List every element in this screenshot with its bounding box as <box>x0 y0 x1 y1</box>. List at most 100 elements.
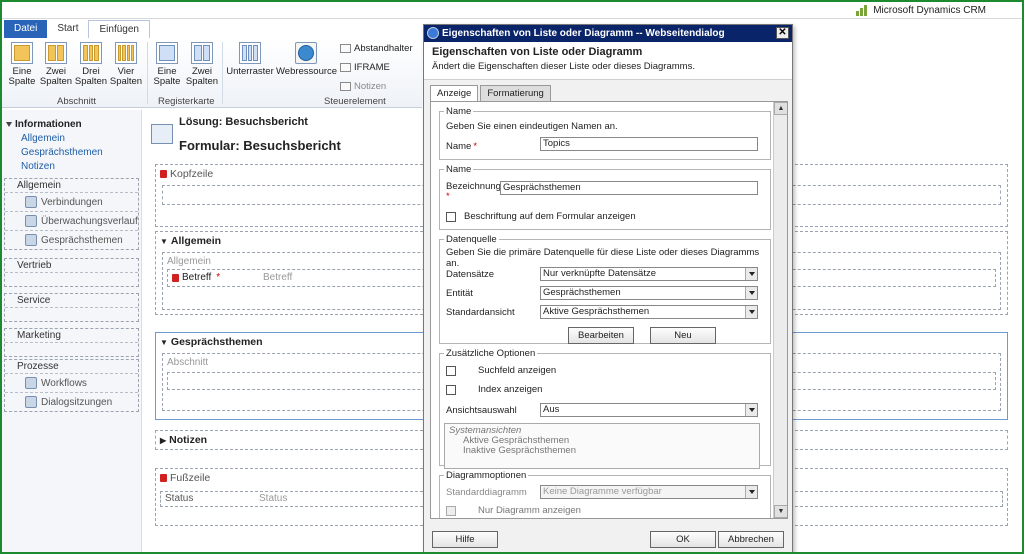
two-column-icon <box>45 42 67 64</box>
brand-name: Microsoft Dynamics CRM <box>873 4 986 16</box>
edit-button[interactable]: Bearbeiten <box>568 327 634 344</box>
iframe-icon <box>340 63 351 72</box>
only-chart-option[interactable]: Nur Diagramm anzeigen <box>446 505 581 516</box>
one-column-tab-icon <box>156 42 178 64</box>
help-button[interactable]: Hilfe <box>432 531 498 548</box>
collapse-icon <box>6 121 12 127</box>
chevron-down-icon <box>745 287 757 299</box>
tab-display[interactable]: Anzeige <box>430 85 479 102</box>
nav-group-processes[interactable]: Prozesse Workflows Dialogsitzungen <box>4 359 139 412</box>
label-group: Name Bezeichnung * Gesprächsthemen Besch… <box>439 164 771 230</box>
four-column-icon <box>115 42 137 64</box>
two-column-section-button[interactable]: Zwei Spalten <box>39 42 73 87</box>
dialog-heading: Eigenschaften von Liste oder Diagramm <box>432 46 643 58</box>
label-input[interactable]: Gesprächsthemen <box>500 181 758 195</box>
group-label-control: Steuerelement <box>324 96 386 107</box>
notes-control[interactable]: Notizen <box>340 81 386 92</box>
one-column-icon <box>11 42 33 64</box>
app-window: Microsoft Dynamics CRM Datei Start Einfü… <box>0 0 1024 554</box>
dialog-titlebar: Eigenschaften von Liste oder Diagramm --… <box>424 25 792 42</box>
chart-options-group: Diagrammoptionen Standarddiagramm Keine … <box>439 470 771 518</box>
lock-icon <box>172 273 179 282</box>
nav-item-workflows[interactable]: Workflows <box>5 373 138 392</box>
spacer-icon <box>340 44 351 53</box>
name-group: Name Geben Sie einen eindeutigen Namen a… <box>439 106 771 160</box>
nav-section-information[interactable]: Informationen <box>2 118 141 132</box>
ok-button[interactable]: OK <box>650 531 716 548</box>
brand: Microsoft Dynamics CRM <box>856 4 986 16</box>
three-column-icon <box>80 42 102 64</box>
entity-select[interactable]: Gesprächsthemen <box>540 286 758 300</box>
one-column-tab-button[interactable]: Eine Spalte <box>150 42 184 87</box>
nav-item-dialog-sessions[interactable]: Dialogsitzungen <box>5 392 138 411</box>
form-title: Formular: Besuchsbericht <box>179 138 341 153</box>
default-view-select[interactable]: Aktive Gesprächsthemen <box>540 305 758 319</box>
search-checkbox[interactable] <box>446 365 456 376</box>
form-icon <box>151 124 173 144</box>
nav-group-marketing[interactable]: Marketing <box>4 328 139 357</box>
workflows-icon <box>25 377 37 389</box>
chevron-down-icon <box>745 306 757 318</box>
connections-icon <box>25 196 37 208</box>
nav-link-general[interactable]: Allgemein <box>2 132 141 146</box>
nav-item-audit-history[interactable]: Überwachungsverlauf <box>5 211 138 230</box>
show-label-option[interactable]: Beschriftung auf dem Formular anzeigen <box>446 211 636 222</box>
name-input[interactable]: Topics <box>540 137 758 151</box>
form-navigation: Informationen Allgemein Gesprächsthemen … <box>2 110 142 552</box>
solution-title: Lösung: Besuchsbericht <box>179 116 308 128</box>
one-column-section-button[interactable]: Eine Spalte <box>5 42 39 87</box>
dialog-header: Eigenschaften von Liste oder Diagramm Än… <box>424 42 792 80</box>
options-group: Zusätzliche Optionen Suchfeld anzeigen I… <box>439 348 771 469</box>
chevron-down-icon <box>745 404 757 416</box>
dialog-sessions-icon <box>25 396 37 408</box>
nav-group-service[interactable]: Service <box>4 293 139 322</box>
nav-link-notes[interactable]: Notizen <box>2 160 141 174</box>
view-item-inactive[interactable]: Inaktive Gesprächsthemen <box>449 446 755 456</box>
notes-icon <box>340 82 351 91</box>
dialog-body: ▲ ▼ Name Geben Sie einen eindeutigen Nam… <box>430 101 788 519</box>
vertical-scrollbar[interactable]: ▲ ▼ <box>773 102 787 518</box>
show-label-checkbox[interactable] <box>446 211 456 222</box>
web-resource-icon <box>295 42 317 64</box>
tab-formatting[interactable]: Formatierung <box>480 85 551 101</box>
spacer-control[interactable]: Abstandhalter <box>340 43 413 54</box>
topics-icon <box>25 234 37 246</box>
web-resource-button[interactable]: Webressource <box>276 42 337 77</box>
two-column-tab-button[interactable]: Zwei Spalten <box>185 42 219 87</box>
index-option[interactable]: Index anzeigen <box>446 384 542 395</box>
tab-file[interactable]: Datei <box>4 20 48 38</box>
records-select[interactable]: Nur verknüpfte Datensätze <box>540 267 758 281</box>
system-views-list: Systemansichten Aktive Gesprächsthemen I… <box>444 423 760 469</box>
default-chart-select[interactable]: Keine Diagramme verfügbar <box>540 485 758 499</box>
label-label: Bezeichnung <box>446 181 501 192</box>
properties-dialog: Eigenschaften von Liste oder Diagramm --… <box>423 24 793 552</box>
audit-history-icon <box>25 215 37 227</box>
index-checkbox[interactable] <box>446 384 456 395</box>
nav-item-connections[interactable]: Verbindungen <box>5 192 138 211</box>
lock-icon <box>160 170 167 178</box>
dialog-tabs: Anzeige Formatierung <box>430 85 551 102</box>
nav-item-topics[interactable]: Gesprächsthemen <box>5 230 138 249</box>
cancel-button[interactable]: Abbrechen <box>718 531 784 548</box>
view-selector-select[interactable]: Aus <box>540 403 758 417</box>
group-label-tab: Registerkarte <box>158 96 215 107</box>
tab-insert[interactable]: Einfügen <box>88 20 150 38</box>
nav-link-topics[interactable]: Gesprächsthemen <box>2 146 141 160</box>
lock-icon <box>160 474 167 482</box>
three-column-section-button[interactable]: Drei Spalten <box>74 42 108 87</box>
tab-start[interactable]: Start <box>47 20 88 38</box>
nav-group-sales[interactable]: Vertrieb <box>4 258 139 287</box>
scroll-up-icon[interactable]: ▲ <box>774 102 787 115</box>
scroll-down-icon[interactable]: ▼ <box>774 505 787 518</box>
new-button[interactable]: Neu <box>650 327 716 344</box>
ribbon: Eine Spalte Zwei Spalten Drei Spalten Vi… <box>2 38 422 108</box>
four-column-section-button[interactable]: Vier Spalten <box>109 42 143 87</box>
search-option[interactable]: Suchfeld anzeigen <box>446 365 556 376</box>
datasource-group: Datenquelle Geben Sie die primäre Datenq… <box>439 234 771 344</box>
close-icon[interactable]: ✕ <box>776 27 789 39</box>
ribbon-tabs: Datei Start Einfügen <box>2 19 422 38</box>
iframe-control[interactable]: IFRAME <box>340 62 390 73</box>
nav-group-general[interactable]: Allgemein Verbindungen Überwachungsverla… <box>4 178 139 250</box>
only-chart-checkbox[interactable] <box>446 505 456 516</box>
subgrid-button[interactable]: Unterraster <box>225 42 275 77</box>
